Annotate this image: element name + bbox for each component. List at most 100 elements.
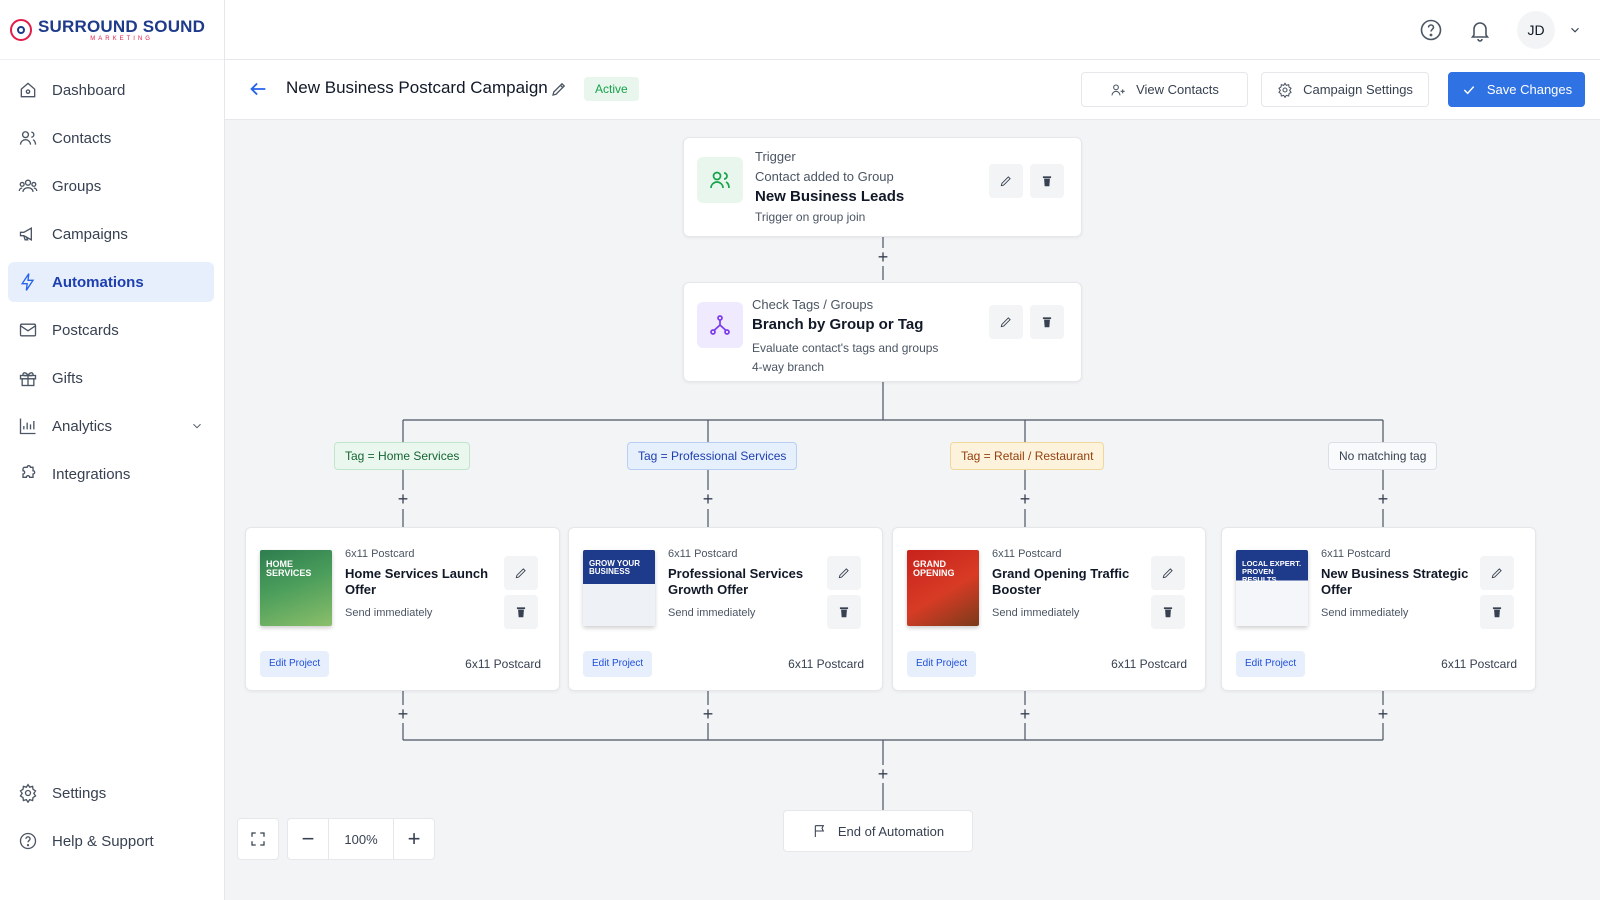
brand-tagline: MARKETING — [90, 35, 153, 42]
postcard-step-card[interactable]: LOCAL EXPERT. PROVEN RESULTS. 6x11 Postc… — [1221, 527, 1536, 691]
brand-logo[interactable]: SURROUND SOUND MARKETING — [0, 0, 224, 60]
delete-trigger-button[interactable] — [1030, 164, 1064, 198]
delete-postcard-button[interactable] — [1480, 595, 1514, 629]
sidebar-item-analytics[interactable]: Analytics — [8, 406, 214, 446]
add-step-button[interactable]: + — [874, 248, 892, 266]
sidebar-item-dashboard[interactable]: Dashboard — [8, 70, 214, 110]
edit-project-button[interactable]: Edit Project — [583, 651, 653, 677]
puzzle-icon — [22, 465, 36, 478]
postcard-name: Home Services Launch Offer — [345, 566, 489, 597]
mail-icon — [19, 323, 37, 337]
add-step-button[interactable]: + — [1016, 705, 1034, 723]
back-arrow-icon[interactable] — [247, 78, 269, 100]
edit-postcard-button[interactable] — [1480, 556, 1514, 590]
pencil-icon — [1000, 317, 1011, 328]
check-icon — [1463, 85, 1475, 94]
add-step-button[interactable]: + — [874, 765, 892, 783]
add-step-button[interactable]: + — [1374, 705, 1392, 723]
branch-condition-tag[interactable]: Tag = Retail / Restaurant — [950, 442, 1105, 470]
postcard-step-card[interactable]: GRAND OPENING 6x11 Postcard Grand Openin… — [892, 527, 1206, 691]
trigger-node[interactable]: Trigger Contact added to Group New Busin… — [683, 137, 1082, 237]
delete-branch-button[interactable] — [1030, 305, 1064, 339]
edit-project-button[interactable]: Edit Project — [1236, 651, 1306, 677]
delete-postcard-button[interactable] — [504, 595, 538, 629]
postcard-format-select[interactable]: 6x11 Postcard — [788, 657, 864, 671]
sidebar-item-help[interactable]: Help & Support — [8, 821, 214, 861]
chevron-down-icon[interactable] — [190, 419, 204, 433]
edit-postcard-button[interactable] — [1151, 556, 1185, 590]
sidebar-item-postcards[interactable]: Postcards — [8, 310, 214, 350]
thumbnail-text: HOME SERVICES — [266, 559, 312, 579]
campaign-settings-label: Campaign Settings — [1303, 82, 1413, 97]
gear-icon — [19, 783, 37, 803]
sidebar-item-integrations[interactable]: Integrations — [8, 454, 214, 494]
campaign-settings-button[interactable]: Campaign Settings — [1261, 72, 1429, 107]
postcard-format-select[interactable]: 6x11 Postcard — [465, 657, 541, 671]
postcard-thumbnail: GROW YOUR BUSINESS — [583, 550, 655, 626]
zoom-out-button[interactable]: − — [288, 819, 328, 859]
edit-branch-button[interactable] — [989, 305, 1023, 339]
group-icon — [18, 179, 38, 192]
edit-postcard-button[interactable] — [827, 556, 861, 590]
add-step-button[interactable]: + — [394, 490, 412, 508]
sidebar-item-label: Groups — [52, 177, 102, 195]
status-badge: Active — [584, 77, 639, 101]
home-icon — [20, 82, 36, 98]
add-step-button[interactable]: + — [394, 705, 412, 723]
zoom-controls: − 100% + — [237, 818, 435, 860]
gear-icon — [1278, 81, 1292, 98]
thumbnail-text: GRAND OPENING — [913, 559, 955, 579]
postcard-step-card[interactable]: HOME SERVICES 6x11 Postcard Home Service… — [245, 527, 560, 691]
postcard-format-select[interactable]: 6x11 Postcard — [1441, 657, 1517, 671]
avatar[interactable]: JD — [1517, 11, 1555, 49]
bell-icon[interactable] — [1468, 18, 1492, 42]
help-icon[interactable] — [1419, 18, 1443, 42]
zoom-in-button[interactable]: + — [394, 819, 434, 859]
trigger-event: Contact added to Group — [755, 169, 894, 184]
edit-postcard-button[interactable] — [504, 556, 538, 590]
add-step-button[interactable]: + — [699, 705, 717, 723]
trigger-kicker: Trigger — [755, 149, 796, 164]
trash-icon — [839, 607, 849, 618]
save-changes-button[interactable]: Save Changes — [1448, 72, 1585, 107]
branch-node[interactable]: Check Tags / Groups Branch by Group or T… — [683, 282, 1082, 382]
delete-postcard-button[interactable] — [1151, 595, 1185, 629]
postcard-kind: 6x11 Postcard — [992, 548, 1062, 560]
fit-view-button[interactable] — [237, 818, 279, 860]
edit-project-button[interactable]: Edit Project — [907, 651, 977, 677]
sidebar-item-gifts[interactable]: Gifts — [8, 358, 214, 398]
pencil-icon[interactable] — [550, 80, 568, 98]
edit-project-button[interactable]: Edit Project — [260, 651, 330, 677]
postcard-step-card[interactable]: GROW YOUR BUSINESS 6x11 Postcard Profess… — [568, 527, 883, 691]
postcard-send-timing: Send immediately — [668, 607, 756, 619]
sidebar-item-label: Integrations — [52, 465, 131, 483]
edit-trigger-button[interactable] — [989, 164, 1023, 198]
postcard-format-select[interactable]: 6x11 Postcard — [1111, 657, 1187, 671]
chevron-down-icon[interactable] — [1568, 23, 1582, 37]
logo-mark-icon — [10, 18, 32, 41]
sidebar-item-label: Dashboard — [52, 81, 126, 99]
add-step-button[interactable]: + — [1016, 490, 1034, 508]
add-step-button[interactable]: + — [1374, 490, 1392, 508]
end-label: End of Automation — [837, 823, 945, 839]
view-contacts-button[interactable]: View Contacts — [1081, 72, 1248, 107]
branch-condition-tag[interactable]: Tag = Home Services — [334, 442, 471, 470]
branch-condition-tag[interactable]: Tag = Professional Services — [627, 442, 798, 470]
sidebar-item-contacts[interactable]: Contacts — [8, 118, 214, 158]
end-of-automation-node[interactable]: End of Automation — [783, 810, 973, 852]
sidebar-item-settings[interactable]: Settings — [8, 773, 214, 813]
add-step-button[interactable]: + — [699, 490, 717, 508]
sidebar-item-groups[interactable]: Groups — [8, 166, 214, 206]
delete-postcard-button[interactable] — [827, 595, 861, 629]
sidebar-item-campaigns[interactable]: Campaigns — [8, 214, 214, 254]
trigger-note: Trigger on group join — [755, 210, 866, 224]
trash-icon — [1042, 176, 1052, 187]
sidebar-item-automations[interactable]: Automations — [8, 262, 214, 302]
sidebar-item-label: Automations — [52, 273, 144, 291]
trash-icon — [1042, 317, 1052, 328]
branch-condition-tag[interactable]: No matching tag — [1328, 442, 1438, 470]
branch-title: Branch by Group or Tag — [752, 316, 924, 333]
automation-canvas[interactable]: Trigger Contact added to Group New Busin… — [225, 120, 1600, 900]
sidebar-item-label: Gifts — [52, 369, 83, 387]
postcard-send-timing: Send immediately — [1321, 607, 1409, 619]
